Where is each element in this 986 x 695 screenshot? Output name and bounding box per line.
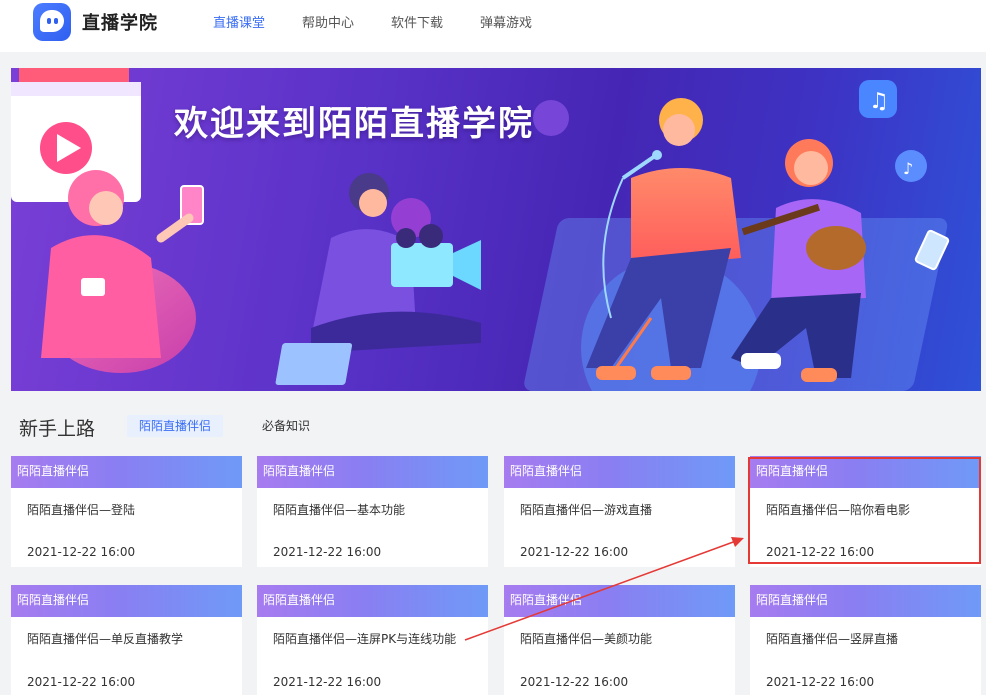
- card-tag: 陌陌直播伴侣: [257, 456, 488, 488]
- svg-text:♫: ♫: [869, 89, 889, 114]
- card-title[interactable]: 陌陌直播伴侣—登陆: [27, 500, 232, 520]
- tab-momo-companion[interactable]: 陌陌直播伴侣: [127, 415, 224, 437]
- course-card[interactable]: 陌陌直播伴侣 陌陌直播伴侣—竖屏直播 2021-12-22 16:00: [750, 585, 981, 695]
- cameraman-figure-icon: [275, 173, 481, 385]
- card-date: 2021-12-22 16:00: [273, 675, 382, 689]
- card-title[interactable]: 陌陌直播伴侣—游戏直播: [520, 500, 725, 520]
- music-note-icon: ♫: [859, 80, 897, 118]
- tab-essential-knowledge[interactable]: 必备知识: [250, 415, 322, 437]
- card-tag: 陌陌直播伴侣: [11, 585, 242, 617]
- section-title: 新手上路: [19, 418, 96, 440]
- nav-help-center[interactable]: 帮助中心: [302, 12, 354, 31]
- course-card[interactable]: 陌陌直播伴侣 陌陌直播伴侣—连屏PK与连线功能 2021-12-22 16:00: [257, 585, 488, 695]
- app-title[interactable]: 直播学院: [82, 9, 158, 35]
- music-note-small-icon: ♪: [895, 150, 927, 182]
- card-date: 2021-12-22 16:00: [27, 675, 136, 689]
- card-title[interactable]: 陌陌直播伴侣—美颜功能: [520, 629, 725, 649]
- card-tag: 陌陌直播伴侣: [11, 456, 242, 488]
- nav-live-class[interactable]: 直播课堂: [213, 12, 265, 31]
- card-date: 2021-12-22 16:00: [273, 545, 382, 559]
- course-card[interactable]: 陌陌直播伴侣 陌陌直播伴侣—游戏直播 2021-12-22 16:00: [504, 456, 735, 567]
- card-tag: 陌陌直播伴侣: [257, 585, 488, 617]
- nav-danmaku-games[interactable]: 弹幕游戏: [480, 12, 532, 31]
- nav-software-download[interactable]: 软件下载: [391, 12, 443, 31]
- card-title[interactable]: 陌陌直播伴侣—竖屏直播: [766, 629, 971, 649]
- svg-text:♪: ♪: [903, 159, 913, 178]
- card-title[interactable]: 陌陌直播伴侣—连屏PK与连线功能: [273, 629, 478, 649]
- banner-title: 欢迎来到陌陌直播学院: [174, 104, 534, 144]
- card-tag: 陌陌直播伴侣: [750, 585, 981, 617]
- card-tag: 陌陌直播伴侣: [504, 456, 735, 488]
- top-header: 直播学院 直播课堂 帮助中心 软件下载 弹幕游戏: [0, 0, 986, 52]
- card-tag: 陌陌直播伴侣: [750, 456, 981, 488]
- card-title[interactable]: 陌陌直播伴侣—单反直播教学: [27, 629, 232, 649]
- card-title[interactable]: 陌陌直播伴侣—陪你看电影: [766, 500, 971, 520]
- card-date: 2021-12-22 16:00: [520, 545, 629, 559]
- course-card[interactable]: 陌陌直播伴侣 陌陌直播伴侣—登陆 2021-12-22 16:00: [11, 456, 242, 567]
- app-logo-icon[interactable]: [33, 3, 71, 41]
- card-date: 2021-12-22 16:00: [520, 675, 629, 689]
- course-card[interactable]: 陌陌直播伴侣 陌陌直播伴侣—基本功能 2021-12-22 16:00: [257, 456, 488, 567]
- card-date: 2021-12-22 16:00: [766, 545, 875, 559]
- welcome-banner[interactable]: ♫ ♪ 欢迎来到陌陌直播学院: [11, 68, 981, 391]
- course-card[interactable]: 陌陌直播伴侣 陌陌直播伴侣—单反直播教学 2021-12-22 16:00: [11, 585, 242, 695]
- course-card[interactable]: 陌陌直播伴侣 陌陌直播伴侣—陪你看电影 2021-12-22 16:00: [750, 456, 981, 567]
- card-date: 2021-12-22 16:00: [766, 675, 875, 689]
- card-title[interactable]: 陌陌直播伴侣—基本功能: [273, 500, 478, 520]
- card-tag: 陌陌直播伴侣: [504, 585, 735, 617]
- course-card[interactable]: 陌陌直播伴侣 陌陌直播伴侣—美颜功能 2021-12-22 16:00: [504, 585, 735, 695]
- card-date: 2021-12-22 16:00: [27, 545, 136, 559]
